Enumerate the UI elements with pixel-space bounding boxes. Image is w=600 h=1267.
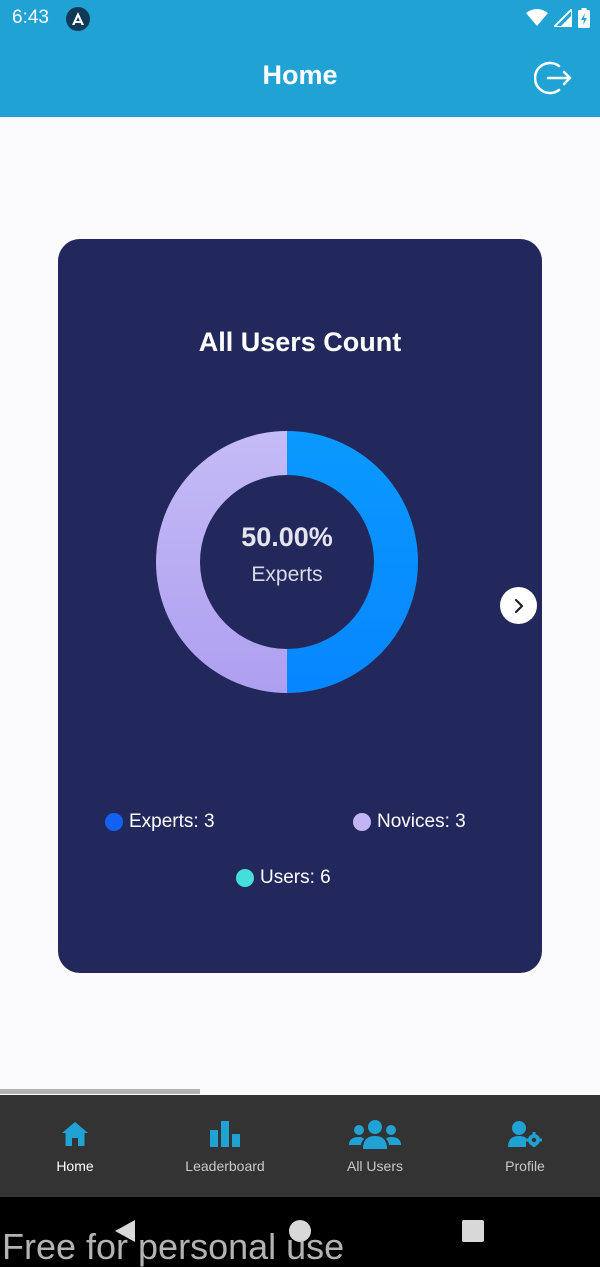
recents-icon[interactable] bbox=[462, 1220, 484, 1242]
wifi-icon bbox=[526, 9, 548, 26]
status-icons bbox=[526, 7, 590, 29]
nav-label: Profile bbox=[505, 1158, 545, 1174]
legend-item-novices: Novices: 3 bbox=[353, 811, 466, 833]
users-count-card: All Users Count 50.00% Experts Experts: … bbox=[58, 239, 542, 973]
donut-percentage: 50.00% bbox=[241, 521, 333, 552]
user-gear-icon bbox=[508, 1121, 542, 1147]
nav-item-profile[interactable]: Profile bbox=[450, 1095, 600, 1197]
status-time: 6:43 bbox=[12, 7, 49, 28]
legend-label: Experts: 3 bbox=[129, 811, 215, 832]
users-icon bbox=[349, 1120, 401, 1149]
nav-label: Leaderboard bbox=[185, 1158, 265, 1174]
nav-item-all-users[interactable]: All Users bbox=[300, 1095, 450, 1197]
app-notification-icon bbox=[66, 7, 90, 31]
logout-icon[interactable] bbox=[534, 58, 574, 98]
battery-icon bbox=[578, 8, 590, 28]
legend-dot bbox=[353, 813, 371, 831]
nav-label: Home bbox=[56, 1158, 94, 1174]
legend-item-experts: Experts: 3 bbox=[105, 811, 215, 833]
donut-center: 50.00% Experts bbox=[154, 429, 420, 695]
legend-item-users: Users: 6 bbox=[236, 867, 331, 889]
legend-label: Users: 6 bbox=[260, 867, 331, 888]
scroll-indicator bbox=[0, 1089, 200, 1094]
nav-label: All Users bbox=[346, 1158, 403, 1174]
bar-chart-icon bbox=[210, 1121, 240, 1147]
legend-dot bbox=[105, 813, 123, 831]
nav-item-home[interactable]: Home bbox=[0, 1095, 150, 1197]
signal-icon bbox=[554, 9, 572, 27]
card-title: All Users Count bbox=[198, 327, 402, 357]
app-header: 6:43 Home bbox=[0, 0, 600, 117]
legend-dot bbox=[236, 869, 254, 887]
next-chart-button[interactable] bbox=[500, 587, 537, 624]
watermark: Free for personal use bbox=[2, 1226, 345, 1267]
legend-label: Novices: 3 bbox=[377, 811, 466, 832]
nav-item-leaderboard[interactable]: Leaderboard bbox=[150, 1095, 300, 1197]
status-bar: 6:43 bbox=[0, 0, 600, 36]
home-icon bbox=[62, 1122, 88, 1146]
bottom-nav: Home Leaderboard All Users Profile bbox=[0, 1095, 600, 1197]
chevron-right-icon bbox=[514, 598, 523, 613]
page-title: Home bbox=[262, 60, 338, 90]
donut-center-label: Experts bbox=[251, 562, 323, 586]
